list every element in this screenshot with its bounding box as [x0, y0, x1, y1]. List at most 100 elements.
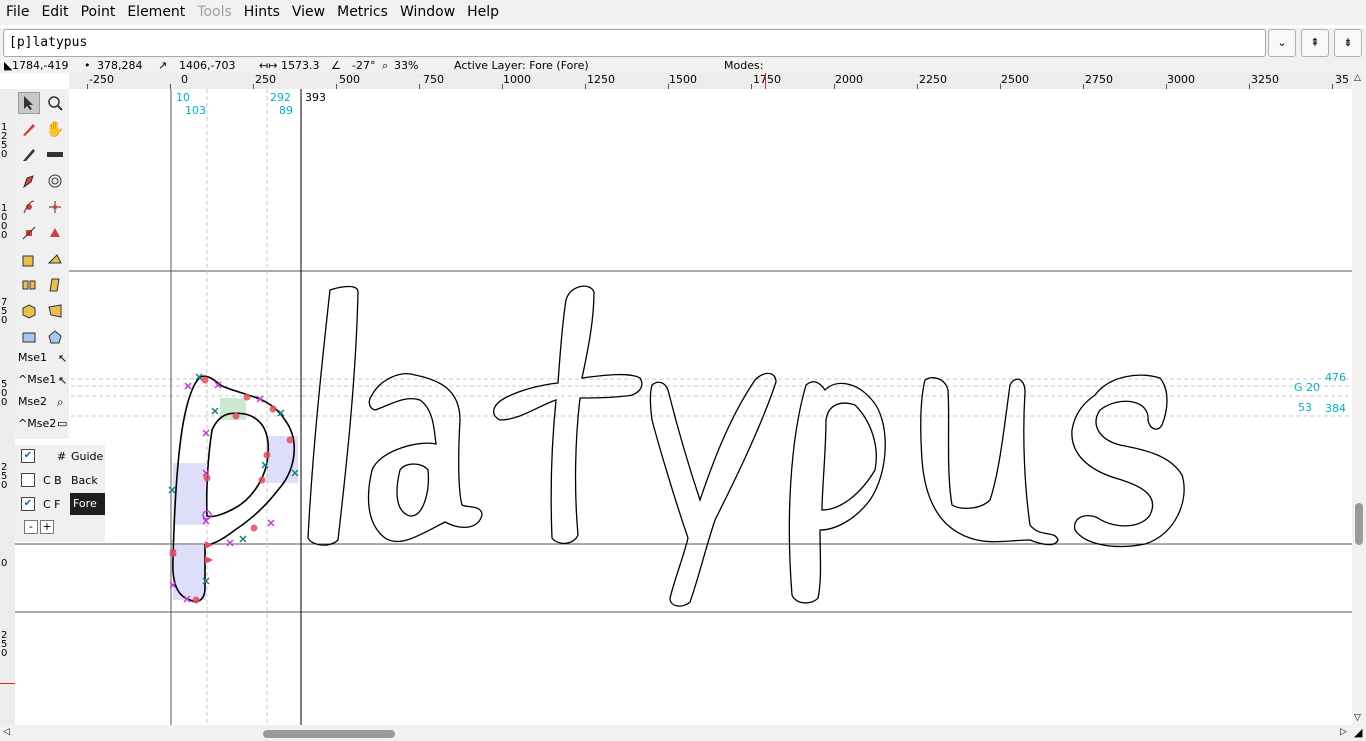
horizontal-scrollbar[interactable]: ◁ ▷ ◢	[0, 725, 1366, 741]
menu-tools: Tools	[197, 4, 232, 20]
layer-prefix: #	[57, 450, 67, 463]
arrows-down-icon: ⇟	[1343, 36, 1353, 49]
lsb-bottom-label: 103	[185, 104, 206, 117]
hv-curve-icon	[49, 201, 61, 213]
ruler-label: 1250	[587, 73, 615, 86]
magnify-icon	[48, 96, 63, 111]
point-position: 378,284	[97, 59, 143, 72]
polygon-tool[interactable]	[44, 326, 66, 348]
delta-value: 1406,-703	[179, 59, 236, 72]
layer-prefix: C B	[43, 474, 62, 487]
menu-view[interactable]: View	[286, 0, 331, 25]
mouse1-label: Mse1	[18, 351, 47, 364]
skew-tool[interactable]	[44, 274, 66, 296]
menu-file[interactable]: File	[0, 0, 35, 25]
ctrl-mouse2-ruler-icon: ▭	[57, 417, 68, 430]
menu-hints[interactable]: Hints	[238, 0, 286, 25]
pen-icon	[23, 175, 34, 189]
tangent-point-icon	[50, 228, 60, 237]
add-layer-button[interactable]: +	[40, 520, 54, 534]
back-visibility-checkbox[interactable]	[21, 473, 35, 487]
menu-element[interactable]: Element	[121, 0, 191, 25]
layer-row-back[interactable]: C B Back	[15, 469, 105, 491]
ruler-label: -250	[89, 73, 114, 86]
horizontal-scroll-thumb[interactable]	[263, 730, 395, 738]
vertical-scrollbar[interactable]: △ ▽	[1352, 73, 1366, 725]
perspective-tool[interactable]	[44, 300, 66, 322]
knife-tool[interactable]	[18, 144, 40, 166]
hv-curve-tool[interactable]	[44, 196, 66, 218]
ruler-label: 750	[423, 73, 444, 86]
ctrl-mouse1-pointer-icon: ↖	[58, 374, 68, 387]
vertical-scroll-thumb[interactable]	[1355, 503, 1363, 545]
layer-name: Back	[71, 474, 98, 487]
ruler-label: 3250	[1251, 73, 1279, 86]
ruler-label: 750	[1, 297, 8, 326]
advance-width-label: 393	[305, 91, 326, 104]
pen-tool[interactable]	[18, 170, 40, 192]
3d-rotate-tool[interactable]	[18, 300, 40, 322]
menu-window[interactable]: Window	[394, 0, 461, 25]
cursor-position: 1784,-419	[12, 59, 69, 72]
next-glyph-button[interactable]: ⇟	[1334, 29, 1362, 57]
rectangle-tool[interactable]	[18, 326, 40, 348]
magnify-tool[interactable]	[44, 92, 66, 114]
hint-label: G 20	[1294, 381, 1321, 394]
arrows-up-icon: ⇞	[1310, 36, 1320, 49]
chevron-down-icon: ⌄	[1277, 36, 1287, 49]
ruler-label: 1000	[503, 73, 531, 86]
layer-row-guide[interactable]: ✔ # Guide	[15, 445, 105, 467]
hint-value-bottom-a: 53	[1298, 401, 1312, 414]
ruler-label: 250	[1, 630, 8, 659]
active-layer: Active Layer: Fore (Fore)	[454, 59, 589, 72]
ruler-label: 1250	[1, 122, 8, 160]
scroll-left-icon[interactable]: ◁	[3, 727, 10, 737]
spiro-tool[interactable]	[44, 170, 66, 192]
perspective-icon	[48, 304, 62, 318]
freehand-tool[interactable]	[18, 118, 40, 140]
layer-prefix: C F	[43, 498, 61, 511]
hand-icon: ✋	[45, 120, 65, 138]
ruler-label: 2500	[1001, 73, 1029, 86]
guide-visibility-checkbox[interactable]: ✔	[21, 449, 35, 463]
glyph-canvas[interactable]: 10 103 292 89 393 476 G 20 53 384	[15, 89, 1352, 725]
ruler-tool[interactable]	[44, 144, 66, 166]
tangent-point-tool[interactable]	[44, 222, 66, 244]
angle-icon: ∠	[331, 59, 341, 72]
rotate-tool[interactable]	[44, 248, 66, 270]
ruler-label: 35	[1335, 73, 1349, 86]
scroll-tool[interactable]: ✋	[44, 118, 66, 140]
glyph-outline-view[interactable]	[15, 89, 1352, 725]
menu-bar: File Edit Point Element Tools Hints View…	[0, 0, 1366, 25]
pointer-tool[interactable]	[18, 92, 40, 114]
zoom-icon: ⌕	[382, 59, 389, 72]
zoom-value: 33%	[394, 59, 419, 72]
dropdown-button[interactable]: ⌄	[1268, 29, 1296, 57]
layer-name: Guide	[71, 450, 104, 463]
resize-grip-icon[interactable]: ◢	[1354, 726, 1362, 739]
ruler-label: 2250	[919, 73, 947, 86]
distance-value: 1573.3	[281, 59, 320, 72]
menu-metrics[interactable]: Metrics	[331, 0, 394, 25]
fore-visibility-checkbox[interactable]: ✔	[21, 497, 35, 511]
menu-edit[interactable]: Edit	[35, 0, 74, 25]
layer-row-fore[interactable]: ✔ C F Fore	[15, 493, 105, 515]
corner-point-tool[interactable]	[18, 222, 40, 244]
scroll-up-icon[interactable]: △	[1354, 73, 1361, 83]
prev-glyph-button[interactable]: ⇞	[1301, 29, 1329, 57]
ruler-label: 1750	[753, 73, 781, 86]
pencil-icon	[23, 124, 35, 136]
remove-layer-button[interactable]: -	[24, 520, 38, 534]
flip-tool[interactable]	[18, 274, 40, 296]
knife-icon	[23, 149, 35, 161]
scroll-down-icon[interactable]: ▽	[1354, 713, 1361, 723]
scale-tool[interactable]	[18, 248, 40, 270]
menu-help[interactable]: Help	[461, 0, 505, 25]
glyph-text-field[interactable]: [p]latypus	[3, 29, 1266, 57]
ctrl-mouse2-label: ^Mse2	[18, 417, 57, 430]
curve-point-tool[interactable]	[18, 196, 40, 218]
scroll-right-icon[interactable]: ▷	[1340, 727, 1347, 737]
horizontal-ruler: -250 0 250 500 750 1000 1250 1500 1750 2…	[69, 73, 1352, 90]
ruler-label: 1500	[669, 73, 697, 86]
menu-point[interactable]: Point	[75, 0, 122, 25]
